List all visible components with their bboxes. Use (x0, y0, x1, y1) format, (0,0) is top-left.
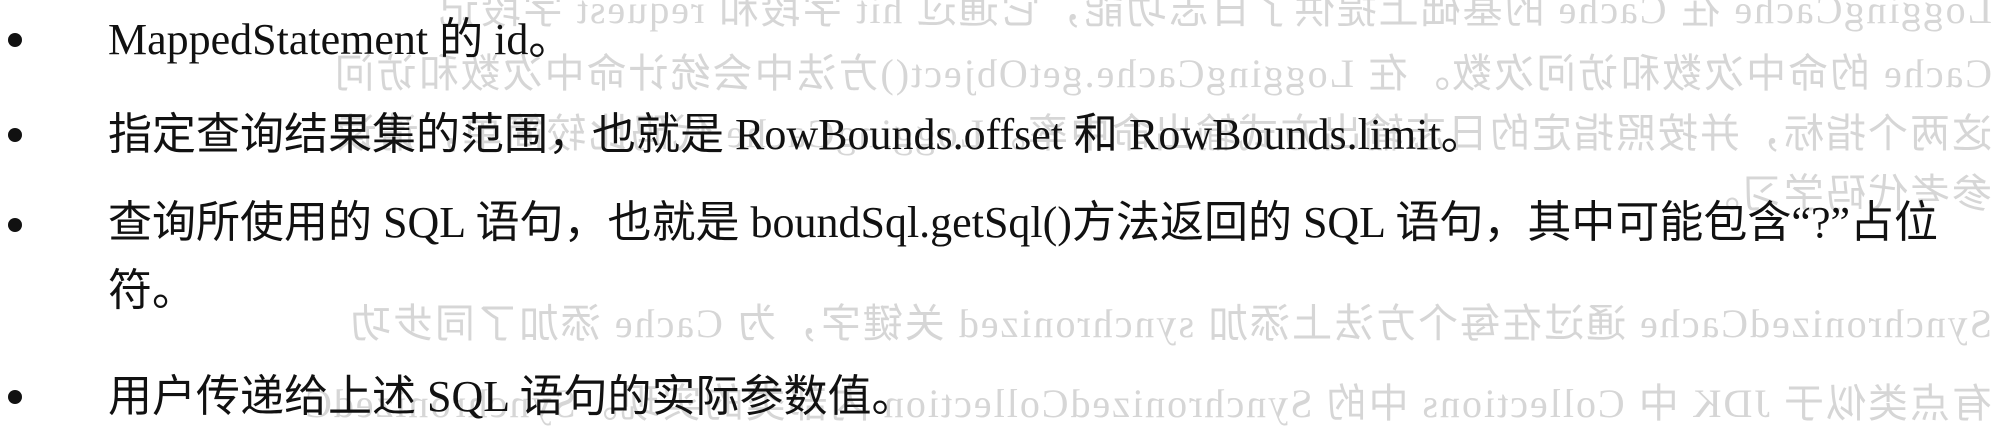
bullet-dot-icon (8, 218, 22, 232)
list-item-text: 指定查询结果集的范围，也就是 RowBounds.offset 和 RowBou… (108, 110, 1485, 159)
list-item-text: 查询所使用的 SQL 语句，也就是 boundSql.getSql()方法返回的… (108, 198, 1939, 315)
bullet-dot-icon (8, 390, 22, 404)
list-item-text: MappedStatement 的 id。 (108, 15, 573, 64)
list-item-text: 用户传递给上述 SQL 语句的实际参数值。 (108, 372, 916, 421)
document-page: MappedStatement 的 id。 指定查询结果集的范围，也就是 Row… (0, 0, 1992, 448)
bullet-dot-icon (8, 33, 22, 47)
bullet-dot-icon (8, 128, 22, 142)
